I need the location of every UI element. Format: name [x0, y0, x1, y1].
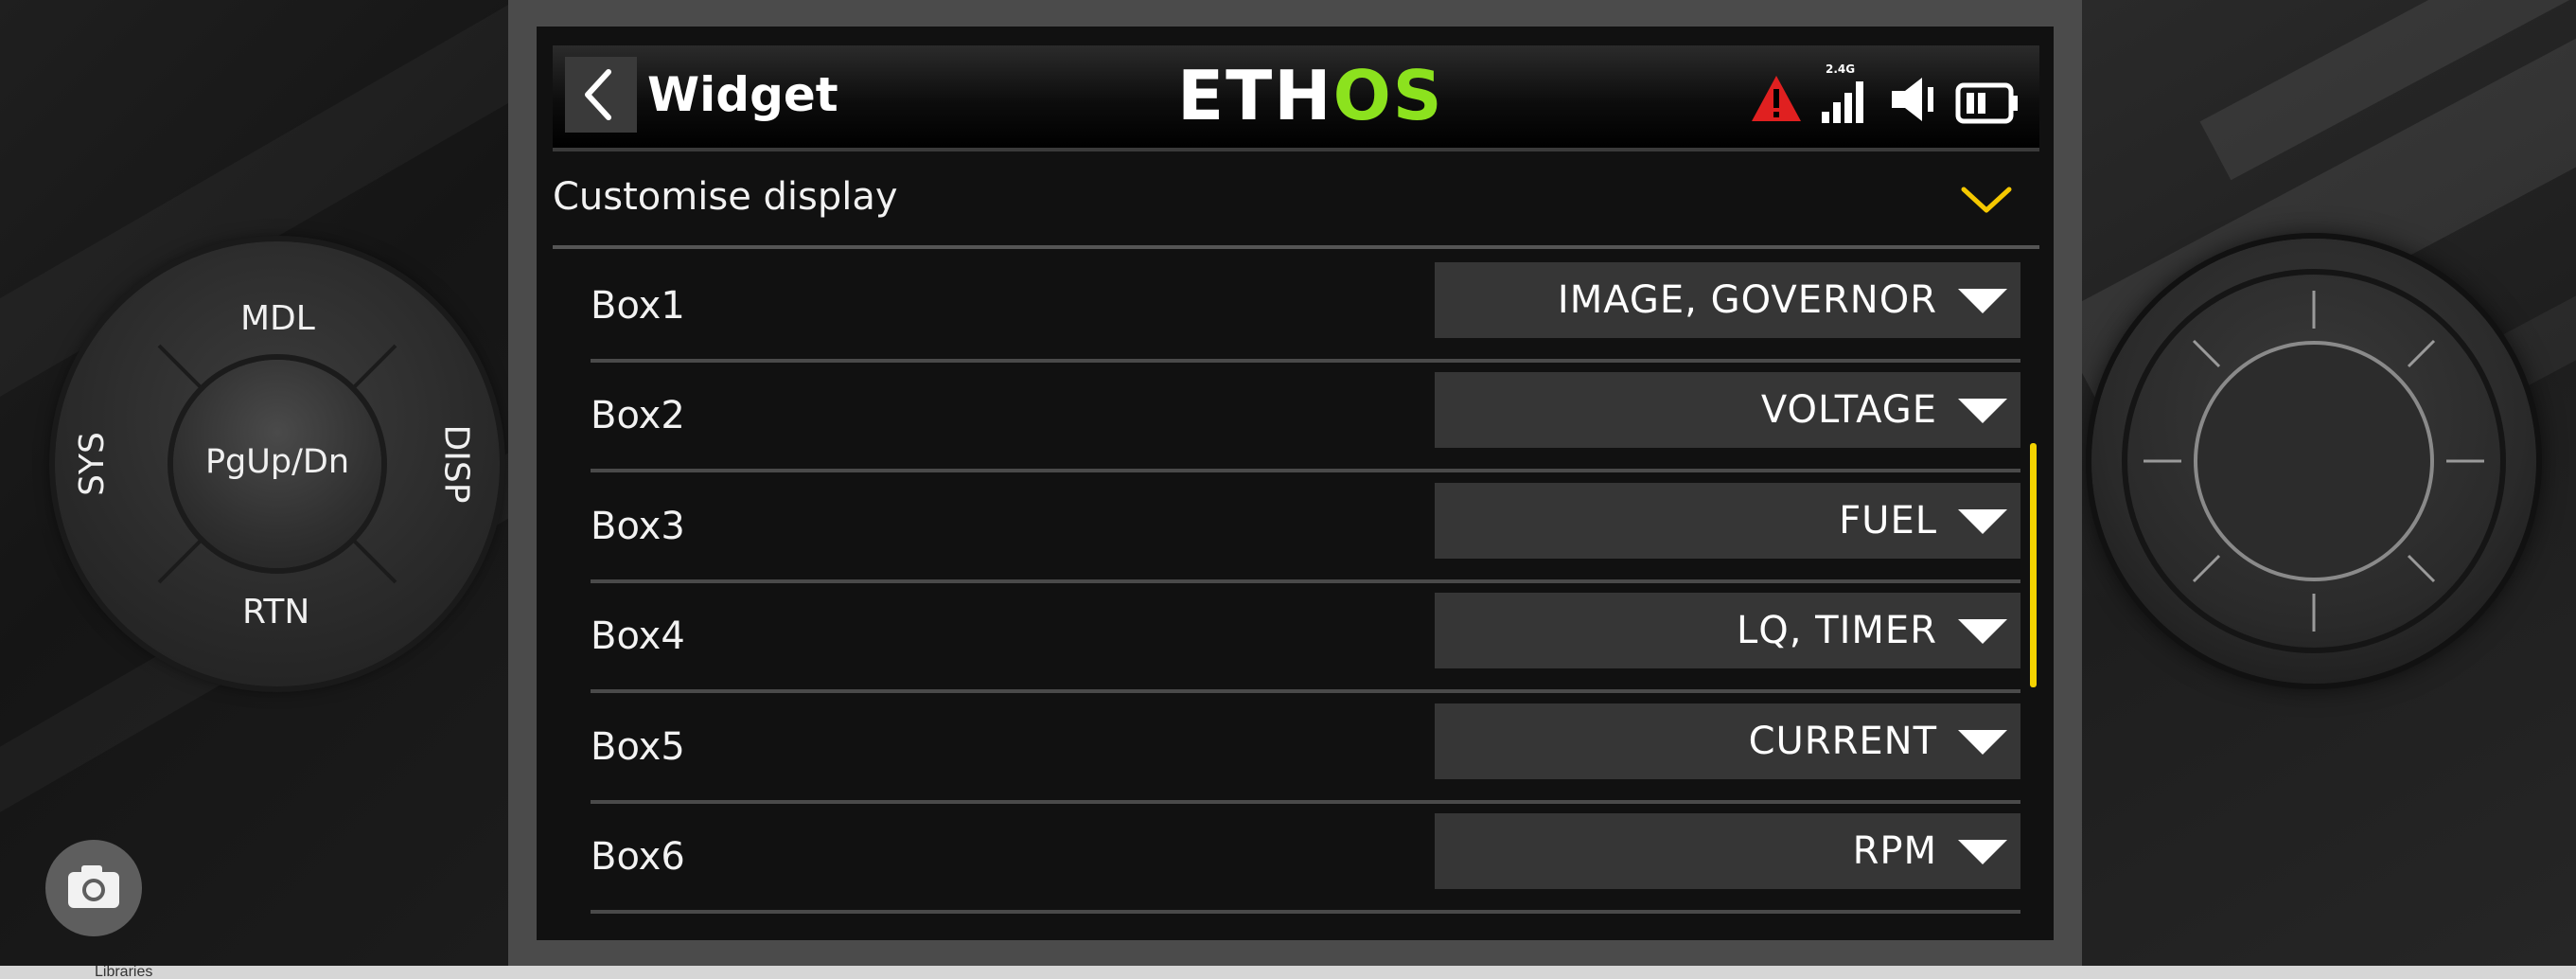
wheel-markings — [2122, 269, 2506, 653]
sys-button[interactable]: SYS — [73, 432, 112, 496]
select-value: IMAGE, GOVERNOR — [1557, 278, 1937, 322]
dropdown-arrow-icon — [1958, 509, 2007, 534]
speaker-icon[interactable] — [1890, 74, 1937, 125]
box3-select[interactable]: FUEL — [1435, 483, 2020, 559]
pgup-dn-button[interactable]: PgUp/Dn — [173, 360, 381, 568]
ethos-logo: ETHOS — [1177, 55, 1444, 136]
row-label: Box3 — [591, 505, 685, 548]
section-title: Customise display — [553, 175, 898, 219]
battery-icon[interactable] — [1954, 81, 2020, 125]
taskbar-item[interactable]: Libraries — [95, 966, 152, 979]
scrollbar-thumb[interactable] — [2030, 443, 2037, 687]
row-label: Box4 — [591, 614, 685, 658]
box6-row: Box6 RPM — [591, 804, 2039, 914]
dropdown-arrow-icon — [1958, 840, 2007, 864]
select-value: VOLTAGE — [1760, 388, 1937, 432]
box5-row: Box5 CURRENT — [591, 694, 2039, 804]
select-value: RPM — [1852, 829, 1937, 873]
logo-os: OS — [1332, 56, 1444, 135]
rtn-button[interactable]: RTN — [242, 594, 309, 632]
page-title: Widget — [647, 67, 838, 122]
box5-select[interactable]: CURRENT — [1435, 703, 2020, 779]
chevron-down-icon[interactable] — [1958, 170, 2015, 227]
dropdown-arrow-icon — [1958, 399, 2007, 423]
dpad: MDL RTN SYS DISP PgUp/Dn — [55, 241, 500, 686]
box2-row: Box2 VOLTAGE — [591, 363, 2039, 472]
row-label: Box1 — [591, 284, 685, 328]
screenshot-button[interactable] — [45, 840, 142, 936]
title-bar: Widget ETHOS 2.4G — [553, 45, 2039, 151]
box6-select[interactable]: RPM — [1435, 813, 2020, 889]
row-label: Box2 — [591, 394, 685, 437]
chevron-left-icon — [585, 69, 611, 120]
signal-indicator[interactable]: 2.4G — [1820, 62, 1873, 125]
row-label: Box6 — [591, 835, 685, 879]
box3-row: Box3 FUEL — [591, 473, 2039, 583]
section-divider — [553, 245, 2039, 249]
row-divider — [591, 910, 2020, 914]
select-value: FUEL — [1839, 499, 1937, 543]
logo-eth: ETH — [1177, 56, 1333, 135]
box2-select[interactable]: VOLTAGE — [1435, 372, 2020, 448]
host-taskbar: Libraries — [0, 966, 2576, 979]
row-divider — [591, 689, 2020, 693]
signal-bars-icon — [1822, 81, 1863, 123]
status-bar: 2.4G — [1750, 62, 2020, 125]
box1-select[interactable]: IMAGE, GOVERNOR — [1435, 262, 2020, 338]
back-button[interactable] — [565, 57, 637, 133]
select-value: CURRENT — [1748, 720, 1937, 763]
disp-button[interactable]: DISP — [436, 425, 475, 504]
scroll-wheel[interactable] — [2091, 239, 2536, 684]
simulator-window: MDL RTN SYS DISP PgUp/Dn Widget ETHOS 2.… — [0, 0, 2576, 979]
box4-row: Box4 LQ, TIMER — [591, 583, 2039, 693]
dropdown-arrow-icon — [1958, 289, 2007, 313]
dropdown-arrow-icon — [1958, 730, 2007, 755]
select-value: LQ, TIMER — [1736, 609, 1937, 652]
pgup-dn-label: PgUp/Dn — [204, 443, 350, 481]
warning-triangle-icon[interactable] — [1750, 72, 1803, 125]
row-divider — [591, 469, 2020, 472]
dropdown-arrow-icon — [1958, 619, 2007, 644]
lcd-screen: Widget ETHOS 2.4G Customise display Box1… — [537, 27, 2054, 940]
mdl-button[interactable]: MDL — [240, 300, 315, 338]
left-panel: MDL RTN SYS DISP PgUp/Dn — [0, 0, 508, 966]
box4-select[interactable]: LQ, TIMER — [1435, 593, 2020, 668]
row-label: Box5 — [591, 725, 685, 769]
camera-icon — [68, 865, 119, 908]
box1-row: Box1 IMAGE, GOVERNOR — [591, 253, 2039, 363]
